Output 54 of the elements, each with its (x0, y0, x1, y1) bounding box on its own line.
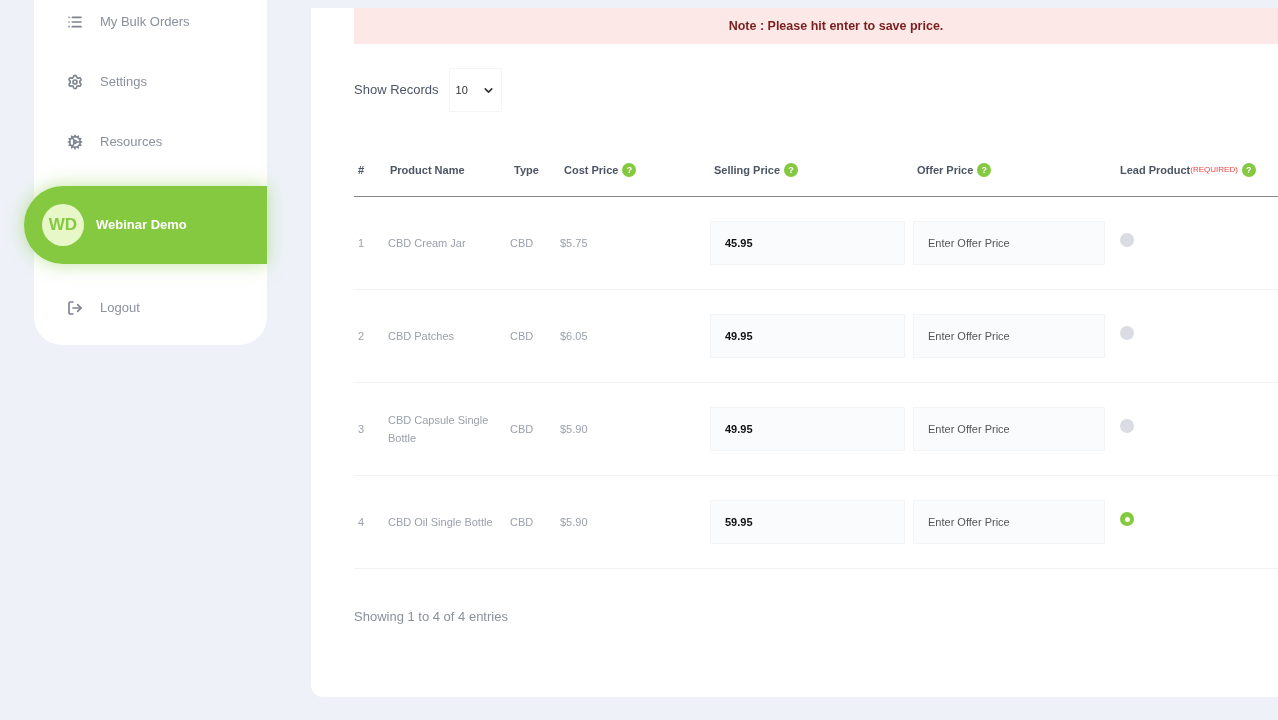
column-header: Cost Price ? (560, 162, 710, 179)
help-icon[interactable]: ? (977, 163, 992, 178)
product-type: CBD (510, 514, 535, 530)
product-type: CBD (510, 328, 535, 344)
lead-product-radio[interactable] (1120, 233, 1134, 247)
lead-product-radio[interactable] (1120, 326, 1134, 340)
lead-product-radio[interactable] (1120, 419, 1134, 433)
offer-price-field[interactable]: Enter Offer Price (913, 407, 1105, 451)
records-select[interactable]: 10 (448, 68, 502, 112)
row-number: 2 (357, 328, 366, 344)
column-header: Offer Price ? (913, 162, 1116, 179)
lead-product-radio[interactable] (1120, 512, 1134, 526)
column-header: Selling Price ? (710, 162, 913, 179)
column-header: # (357, 163, 366, 178)
offer-price-field[interactable]: Enter Offer Price (913, 500, 1105, 544)
cost-price: $6.05 (560, 328, 589, 344)
selling-price-field[interactable]: 49.95 (710, 314, 905, 358)
cost-price: $5.90 (560, 421, 589, 437)
column-header: Lead Product(REQUIRED) ? (1116, 162, 1278, 179)
sidebar-item[interactable]: WD Webinar Demo (24, 186, 267, 264)
cog-icon (67, 134, 83, 150)
row-number: 4 (357, 514, 366, 530)
row-number: 3 (357, 421, 366, 437)
show-records-label: Show Records (354, 81, 439, 100)
product-type: CBD (510, 235, 535, 251)
product-name: CBD Oil Single Bottle (387, 515, 494, 530)
row-number: 1 (357, 235, 366, 251)
product-type: CBD (510, 421, 535, 437)
sidebar-item[interactable]: Settings (34, 52, 267, 112)
product-name: CBD Patches (387, 329, 456, 344)
required-label: (REQUIRED) (1190, 164, 1238, 177)
sidebar-item[interactable]: My Bulk Orders (34, 0, 267, 52)
product-name: CBD Cream Jar (387, 236, 467, 251)
cost-price: $5.90 (560, 514, 589, 530)
offer-price-field[interactable]: Enter Offer Price (913, 314, 1105, 358)
note-banner: Note : Please hit enter to save price. (354, 8, 1278, 44)
column-header: Type (513, 163, 540, 178)
entries-info: Showing 1 to 4 of 4 entries (354, 608, 509, 626)
selling-price-field[interactable]: 45.95 (710, 221, 905, 265)
help-icon[interactable]: ? (784, 163, 799, 178)
product-name: CBD Capsule Single Bottle (387, 413, 490, 446)
column-header: Product Name (389, 163, 466, 178)
settings-icon (67, 74, 83, 90)
avatar: WD (42, 204, 84, 246)
offer-price-field[interactable]: Enter Offer Price (913, 221, 1105, 265)
selling-price-field[interactable]: 59.95 (710, 500, 905, 544)
cost-price: $5.75 (560, 235, 589, 251)
list-icon (67, 14, 83, 30)
sidebar-item[interactable]: Logout (34, 278, 267, 338)
help-icon[interactable]: ? (622, 163, 637, 178)
help-icon[interactable]: ? (1241, 163, 1256, 178)
selling-price-field[interactable]: 49.95 (710, 407, 905, 451)
sidebar-item[interactable]: Resources (34, 112, 267, 172)
logout-icon (67, 300, 83, 316)
